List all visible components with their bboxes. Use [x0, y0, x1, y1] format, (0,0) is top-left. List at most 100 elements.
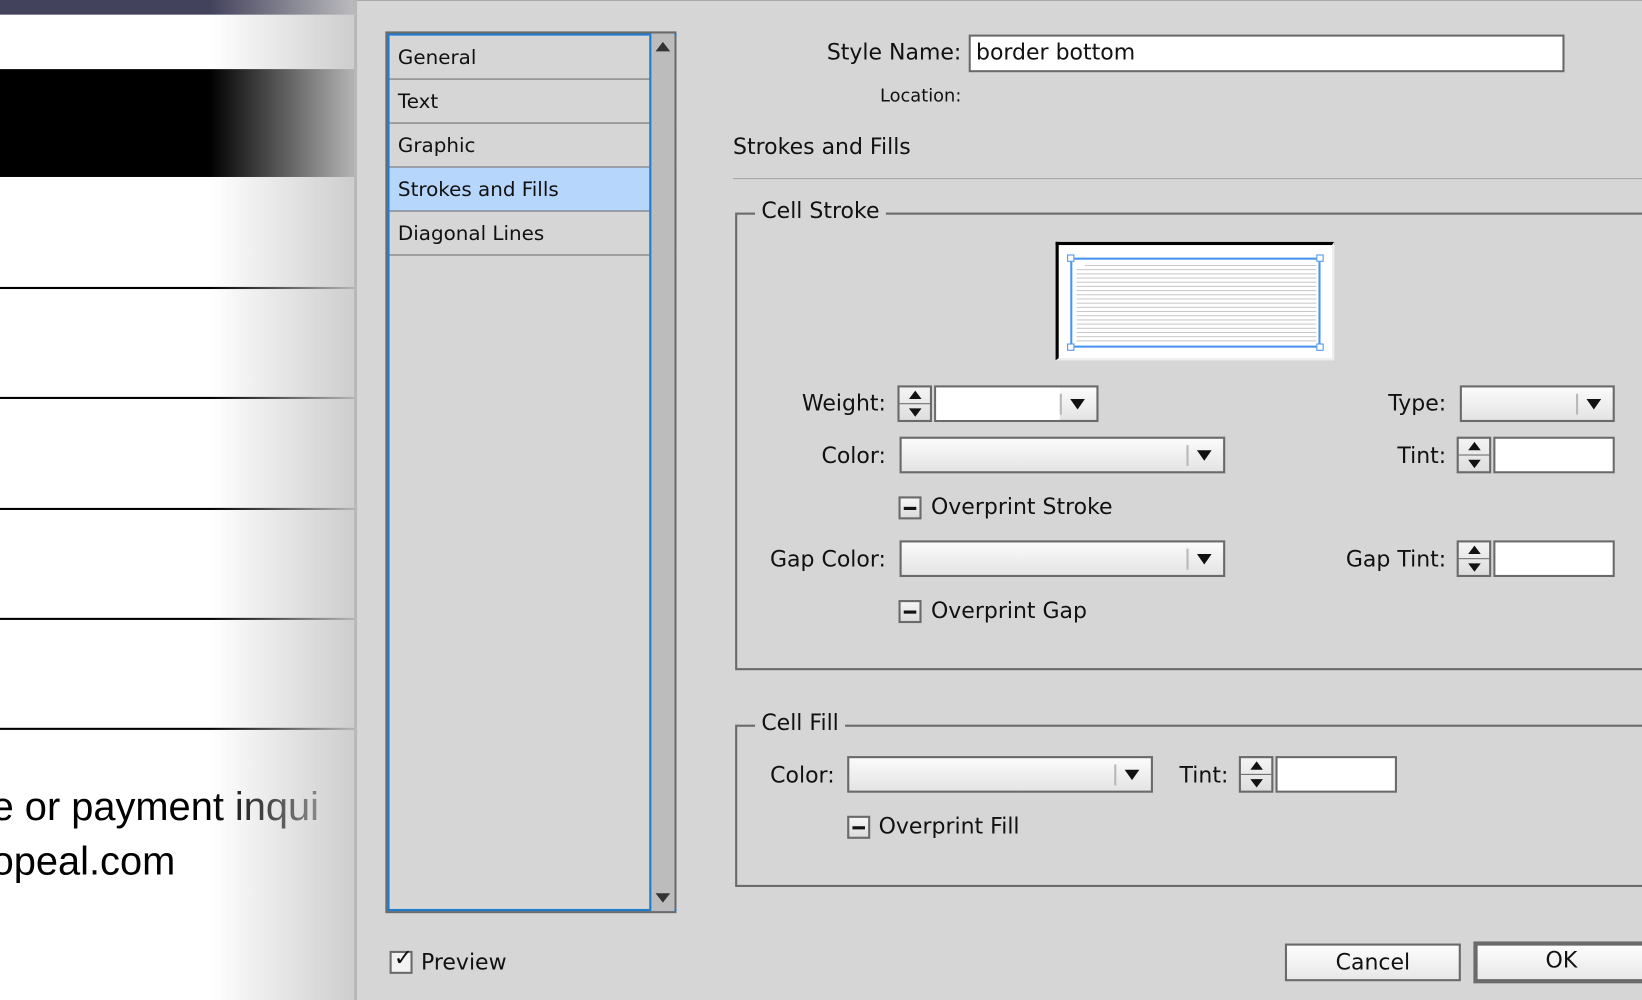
preview-label[interactable]: Preview — [421, 950, 507, 975]
decrement-arrow-icon[interactable] — [1250, 779, 1263, 788]
category-list[interactable]: General Text Graphic Strokes and Fills D… — [385, 31, 677, 914]
proxy-line — [1076, 290, 1317, 292]
overprint-gap-checkbox[interactable] — [898, 600, 922, 624]
scroll-up-arrow-icon[interactable] — [655, 41, 671, 52]
stepper-divider — [1458, 558, 1490, 560]
style-name-input[interactable]: border bottom — [968, 34, 1565, 73]
proxy-corner-handle[interactable] — [1067, 343, 1075, 351]
dropdown-arrow-icon[interactable] — [1196, 450, 1212, 461]
dialog-top-border — [357, 0, 1642, 2]
type-label: Type: — [1388, 390, 1447, 416]
checkmark-icon: ✓ — [393, 945, 414, 972]
proxy-line — [1076, 340, 1317, 342]
fill-color-label: Color: — [770, 762, 835, 788]
stroke-proxy-preview[interactable] — [1055, 241, 1335, 361]
dropdown-arrow-icon[interactable] — [1586, 398, 1602, 410]
mixed-state-icon — [903, 610, 917, 614]
section-title: Strokes and Fills — [733, 134, 911, 160]
category-item-general[interactable]: General — [389, 36, 675, 80]
scroll-down-arrow-icon[interactable] — [655, 893, 671, 903]
proxy-line — [1076, 323, 1317, 325]
cell-style-options-dialog: General Text Graphic Strokes and Fills D… — [353, 0, 1642, 1000]
dropdown-arrow-icon[interactable] — [1070, 398, 1085, 410]
combo-separator — [1576, 393, 1579, 415]
proxy-corner-handle[interactable] — [1316, 254, 1324, 262]
category-item-strokes-and-fills[interactable]: Strokes and Fills — [389, 167, 675, 212]
document-table-rule — [0, 396, 354, 399]
proxy-line — [1076, 281, 1317, 283]
fill-color-dropdown[interactable] — [847, 756, 1153, 793]
increment-arrow-icon[interactable] — [1468, 441, 1481, 451]
increment-arrow-icon[interactable] — [1250, 761, 1263, 770]
stroke-tint-input[interactable] — [1493, 436, 1615, 474]
proxy-corner-handle[interactable] — [1316, 343, 1324, 351]
weight-stepper[interactable] — [897, 385, 933, 423]
category-list-focus-ring: General Text Graphic Strokes and Fills D… — [387, 33, 677, 912]
category-item-diagonal-lines[interactable]: Diagonal Lines — [389, 212, 675, 256]
document-text-line: opeal.com — [0, 839, 176, 884]
location-label: Location: — [880, 85, 962, 107]
document-table-rule — [0, 286, 354, 290]
category-item-graphic[interactable]: Graphic — [389, 124, 675, 168]
dropdown-arrow-icon[interactable] — [1196, 553, 1212, 565]
decrement-arrow-icon[interactable] — [1468, 563, 1481, 572]
proxy-line — [1076, 306, 1317, 308]
increment-arrow-icon[interactable] — [1468, 545, 1481, 554]
stroke-color-label: Color: — [821, 442, 886, 469]
category-list-scrollbar[interactable] — [649, 33, 675, 912]
proxy-line — [1076, 298, 1317, 300]
weight-combo[interactable] — [934, 385, 1099, 423]
cancel-button[interactable]: Cancel — [1284, 943, 1461, 982]
cell-fill-group — [735, 724, 1642, 887]
proxy-line — [1076, 311, 1317, 313]
proxy-line — [1076, 269, 1317, 271]
gap-tint-label: Gap Tint: — [1345, 546, 1447, 572]
proxy-corner-handle[interactable] — [1067, 254, 1075, 262]
proxy-line — [1076, 302, 1317, 304]
style-name-label: Style Name: — [826, 39, 962, 65]
proxy-selection-frame — [1067, 254, 1324, 351]
preview-checkbox[interactable]: ✓ — [389, 945, 414, 974]
overprint-gap-label[interactable]: Overprint Gap — [931, 598, 1087, 623]
weight-input[interactable] — [936, 387, 1060, 420]
proxy-line — [1076, 285, 1317, 287]
decrement-arrow-icon[interactable] — [1468, 459, 1481, 469]
gap-color-dropdown[interactable] — [899, 540, 1226, 578]
fill-tint-stepper[interactable] — [1238, 756, 1274, 793]
proxy-line — [1076, 294, 1317, 296]
decrement-arrow-icon[interactable] — [908, 408, 922, 417]
stroke-tint-stepper[interactable] — [1456, 436, 1492, 474]
document-table-rule — [0, 507, 354, 510]
dropdown-arrow-icon[interactable] — [1124, 769, 1140, 781]
overprint-stroke-label[interactable]: Overprint Stroke — [931, 494, 1113, 519]
combo-separator — [1186, 445, 1189, 467]
gap-tint-stepper[interactable] — [1456, 540, 1492, 578]
gap-tint-input[interactable] — [1493, 540, 1615, 578]
stepper-divider — [1240, 773, 1272, 775]
weight-label: Weight: — [801, 390, 886, 416]
fill-tint-label: Tint: — [1179, 762, 1229, 788]
stroke-color-dropdown[interactable] — [899, 436, 1226, 474]
proxy-line — [1076, 273, 1317, 275]
proxy-line — [1076, 319, 1317, 321]
mixed-state-icon — [903, 506, 917, 510]
stepper-divider — [1458, 454, 1490, 456]
combo-separator — [1114, 764, 1117, 786]
document-text-line: e or payment inqui — [0, 785, 320, 830]
ok-button[interactable]: OK — [1473, 941, 1642, 984]
gap-color-label: Gap Color: — [770, 546, 886, 572]
combo-separator — [1059, 393, 1062, 415]
category-item-text[interactable]: Text — [389, 80, 675, 124]
fill-tint-input[interactable] — [1275, 756, 1397, 793]
overprint-stroke-checkbox[interactable] — [898, 496, 922, 520]
stepper-divider — [899, 403, 930, 405]
type-dropdown[interactable] — [1459, 385, 1615, 423]
proxy-line — [1076, 327, 1317, 329]
cell-fill-legend: Cell Fill — [755, 710, 846, 736]
document-table-rule — [0, 617, 354, 620]
proxy-line — [1084, 264, 1317, 266]
overprint-fill-checkbox[interactable] — [847, 815, 871, 839]
document-table-header-row — [0, 69, 354, 177]
overprint-fill-label[interactable]: Overprint Fill — [879, 814, 1020, 839]
increment-arrow-icon[interactable] — [908, 390, 922, 399]
